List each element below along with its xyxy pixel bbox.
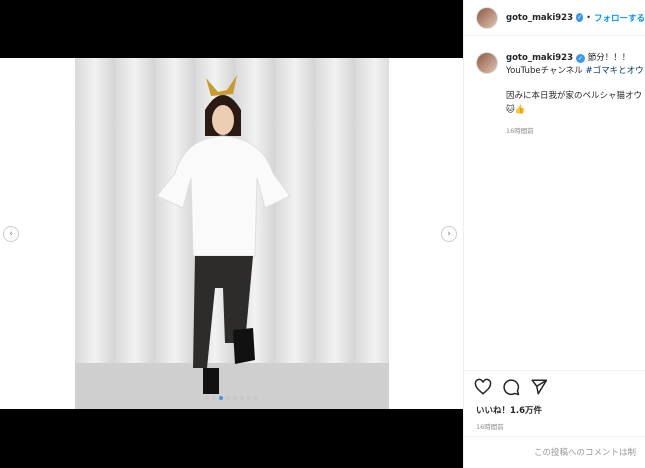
chevron-left-icon[interactable]: ‹ bbox=[3, 226, 19, 242]
separator: • bbox=[586, 13, 591, 22]
carousel-dot bbox=[226, 396, 230, 400]
carousel-dot bbox=[254, 396, 258, 400]
post-panel: goto_maki923 ✓ • フォローする goto_maki923 ✓ 節分… bbox=[463, 0, 645, 468]
media-viewer: ‹ › bbox=[0, 0, 463, 468]
carousel-dot bbox=[219, 396, 223, 400]
carousel-dot bbox=[212, 396, 216, 400]
carousel-dot bbox=[247, 396, 251, 400]
caption-time: 16時間前 bbox=[506, 127, 534, 135]
caption-line2: 因みに本日我が家のペルシャ猫オウ bbox=[506, 91, 643, 101]
chevron-right-icon[interactable]: › bbox=[441, 226, 457, 242]
heart-icon[interactable] bbox=[474, 378, 492, 396]
caption: goto_maki923 ✓ 節分！！！ YouTubeチャンネル #ゴマキとオウ… bbox=[464, 36, 645, 138]
photo-frame bbox=[0, 58, 463, 409]
avatar[interactable] bbox=[476, 6, 498, 29]
post-photo[interactable] bbox=[75, 58, 389, 409]
carousel-dot bbox=[233, 396, 237, 400]
like-count[interactable]: いいね！1.6万件 bbox=[476, 404, 542, 416]
carousel-dot bbox=[205, 396, 209, 400]
caption-username[interactable]: goto_maki923 bbox=[506, 53, 573, 63]
caption-emoji: 🐱👍 bbox=[506, 105, 526, 115]
post-timestamp[interactable]: 16時間前 bbox=[476, 421, 504, 431]
header-username[interactable]: goto_maki923 bbox=[506, 13, 573, 23]
post-header: goto_maki923 ✓ • フォローする bbox=[464, 0, 645, 36]
photo-illustration bbox=[75, 58, 389, 409]
caption-hashtag[interactable]: #ゴマキとオウ bbox=[586, 66, 644, 76]
caption-line1: 節分！！！ bbox=[587, 53, 631, 63]
verified-icon: ✓ bbox=[575, 54, 585, 63]
comment-icon[interactable] bbox=[502, 378, 520, 396]
caption-line1b: YouTubeチャンネル bbox=[506, 66, 586, 76]
action-bar bbox=[464, 370, 645, 403]
carousel-dots bbox=[205, 396, 258, 400]
comment-disabled-notice: この投稿へのコメントは制 bbox=[464, 436, 645, 468]
carousel-dot bbox=[240, 396, 244, 400]
verified-icon: ✓ bbox=[575, 13, 584, 22]
caption-avatar[interactable] bbox=[476, 52, 498, 74]
follow-button[interactable]: フォローする bbox=[594, 12, 645, 24]
share-icon[interactable] bbox=[530, 378, 548, 396]
